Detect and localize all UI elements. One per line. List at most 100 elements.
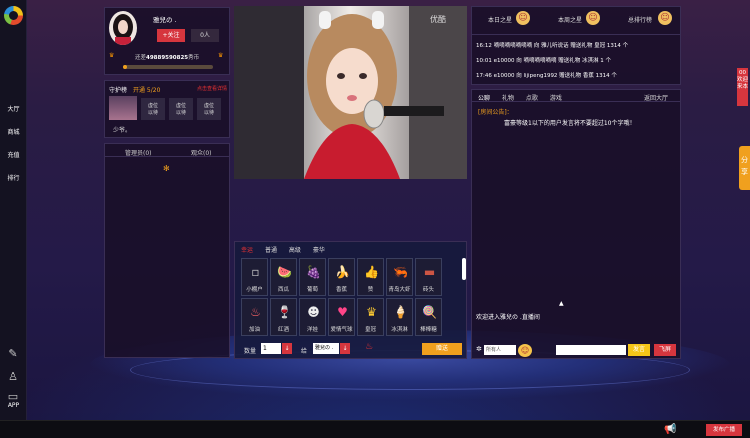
anchor-avatar[interactable]: [109, 11, 137, 45]
chat-scroll-up-icon[interactable]: ▲: [559, 300, 564, 307]
guard-panel: 守护榜 开通 5/20 点击查看详情 虚位 以待 虚位 以待 虚位 以待 少爷。: [104, 80, 230, 138]
gift-item[interactable]: 🍌 香蕉: [328, 258, 355, 296]
tools-icon[interactable]: ✎: [6, 347, 20, 361]
publish-broadcast-button[interactable]: 发布广播: [706, 424, 742, 436]
guard-slot-3[interactable]: 虚位 以待: [197, 98, 221, 120]
rank-divider: [472, 34, 680, 35]
share-side-tab[interactable]: 分享: [739, 146, 750, 190]
nav-item-hall[interactable]: 大厅: [0, 104, 27, 113]
viewers-panel: 管理员(0) 观众(0) ✻: [104, 143, 230, 358]
gift-item[interactable]: 🍉 西瓜: [270, 258, 297, 296]
app-label[interactable]: APP: [0, 402, 27, 409]
gift-icon: ▬: [423, 265, 436, 279]
user-icon[interactable]: ♙: [6, 370, 20, 384]
gift-name: 青岛大虾: [388, 287, 411, 293]
level-progress-bar: [123, 65, 213, 69]
gift-row-2: ♨ 加油 🍷 红酒 ☻ 洋娃 ♥ 爱情气球 ♛ 皇冠 🍦 冰淇淋 🍭 棒棒糖: [241, 298, 442, 336]
qty-dropdown-button[interactable]: ↓: [282, 343, 292, 354]
gift-tab-luxury[interactable]: 豪华: [313, 245, 325, 254]
gift-name: 西瓜: [277, 287, 289, 293]
gift-item[interactable]: ☻ 洋娃: [299, 298, 326, 336]
video-watermark: 优酷: [430, 15, 446, 24]
gift-name: 洋娃: [306, 327, 318, 333]
gift-feed-item: 16:12 嘀嘀嘀嘀嘀嘀嘀 向 雅儿听说话 赠送礼物 皇冠 1314 个: [476, 43, 629, 49]
gift-name: 皇冠: [364, 327, 376, 333]
qty-input[interactable]: 1: [261, 343, 281, 354]
rank-panel: 本日之星 ☺ 本周之星 ☺ 总排行榜 ☺ 16:12 嘀嘀嘀嘀嘀嘀嘀 向 雅儿听…: [471, 6, 681, 85]
send-button[interactable]: 发言: [628, 344, 650, 356]
chat-divider: [472, 101, 680, 102]
gift-item[interactable]: 🦐 青岛大虾: [386, 258, 413, 296]
left-nav: 大厅 商城 充值 排行 ✎ ♙ ▭ APP: [0, 0, 27, 420]
gift-tab-advanced[interactable]: 高级: [289, 245, 301, 254]
gift-icon: ♨: [250, 305, 261, 319]
gift-name: 加油: [248, 327, 260, 333]
gift-feed-item: 10:01 e10000 向 嘀嘀嘀嘀嘀嘀 赠送礼物 冰淇淋 1 个: [476, 58, 611, 64]
rank-tab-week[interactable]: 本周之星: [558, 15, 582, 24]
gift-name: 棒棒糖: [420, 327, 437, 333]
notice-label: [房间公告]：: [478, 109, 513, 116]
gift-icon: ▫: [251, 265, 260, 279]
guard-motto: 少爷。: [113, 127, 132, 134]
gift-scrollbar[interactable]: [462, 258, 466, 280]
gift-icon: 🍭: [422, 305, 437, 319]
gift-icon: 🍇: [306, 265, 321, 279]
gift-box-icon[interactable]: ♨: [365, 342, 373, 352]
guard-rule-link[interactable]: 点击查看详情: [197, 85, 227, 92]
gift-icon: 🍌: [335, 265, 350, 279]
rank-tab-day[interactable]: 本日之星: [488, 15, 512, 24]
give-button[interactable]: 赠送: [422, 343, 462, 355]
gift-icon: 🍷: [277, 305, 292, 319]
crown-left-icon: ♛: [109, 52, 115, 59]
nav-item-recharge[interactable]: 充值: [0, 150, 27, 159]
gift-name: 小棚户: [246, 287, 263, 293]
rank-tab-total[interactable]: 总排行榜: [628, 15, 652, 24]
chat-input[interactable]: [556, 345, 626, 355]
guard-slot-1[interactable]: 虚位 以待: [141, 98, 165, 120]
nav-item-shop[interactable]: 商城: [0, 127, 27, 136]
gift-tab-lucky[interactable]: 幸运: [241, 245, 253, 254]
emoji-icon[interactable]: ☺: [518, 344, 532, 357]
gift-item[interactable]: ▫ 小棚户: [241, 258, 268, 296]
nav-item-rank[interactable]: 排行: [0, 173, 27, 182]
guard-slot-2[interactable]: 虚位 以待: [169, 98, 193, 120]
gift-name: 葡萄: [306, 287, 318, 293]
gift-name: 爱情气球: [330, 327, 353, 333]
gift-item[interactable]: ♨ 加油: [241, 298, 268, 336]
promo-side-tab[interactable]: 00 欢迎来本: [737, 68, 748, 106]
fly-screen-button[interactable]: 飞屏: [654, 344, 676, 356]
gift-item[interactable]: ▬ 砖头: [415, 258, 442, 296]
gift-item[interactable]: ♥ 爱情气球: [328, 298, 355, 336]
gift-tabs: 幸运 普通 高级 豪华: [241, 245, 335, 254]
chat-settings-icon[interactable]: ✲: [476, 345, 482, 353]
week-star-avatar[interactable]: ☺: [586, 11, 600, 25]
gift-icon: 👍: [364, 265, 379, 279]
gift-item[interactable]: 🍭 棒棒糖: [415, 298, 442, 336]
fans-count: 0人: [191, 29, 219, 42]
crown-right-icon: ♛: [218, 52, 224, 59]
video-player[interactable]: 优酷: [234, 6, 467, 179]
day-star-avatar[interactable]: ☺: [516, 11, 530, 25]
gift-tab-normal[interactable]: 普通: [265, 245, 277, 254]
total-star-avatar[interactable]: ☺: [658, 11, 672, 25]
chat-target-select[interactable]: 所有人: [484, 345, 516, 355]
qty-label: 数量: [244, 348, 257, 355]
guard-image[interactable]: [109, 96, 137, 120]
gift-item[interactable]: 👍 赞: [357, 258, 384, 296]
gift-item[interactable]: 🍷 红酒: [270, 298, 297, 336]
gift-item[interactable]: ♛ 皇冠: [357, 298, 384, 336]
welcome-message: 欢迎进入雅兒の .直播间: [476, 314, 540, 321]
gift-icon: ☻: [307, 305, 320, 319]
gift-name: 砖头: [422, 287, 434, 293]
recipient-input[interactable]: 雅兒の .: [313, 343, 339, 354]
recipient-dropdown-button[interactable]: ↓: [340, 343, 350, 354]
gift-item[interactable]: 🍦 冰淇淋: [386, 298, 413, 336]
anchor-panel: 雅兒の . +关注 0人 ♛ 还差49889590825秀币 ♛: [104, 7, 230, 75]
guard-open[interactable]: 开通 5/20: [133, 85, 160, 94]
megaphone-icon: 📢: [664, 424, 677, 435]
anchor-name: 雅兒の .: [153, 16, 177, 24]
site-logo[interactable]: [4, 6, 23, 25]
gift-item[interactable]: 🍇 葡萄: [299, 258, 326, 296]
gift-icon: ♛: [366, 305, 377, 319]
follow-button[interactable]: +关注: [157, 29, 185, 42]
